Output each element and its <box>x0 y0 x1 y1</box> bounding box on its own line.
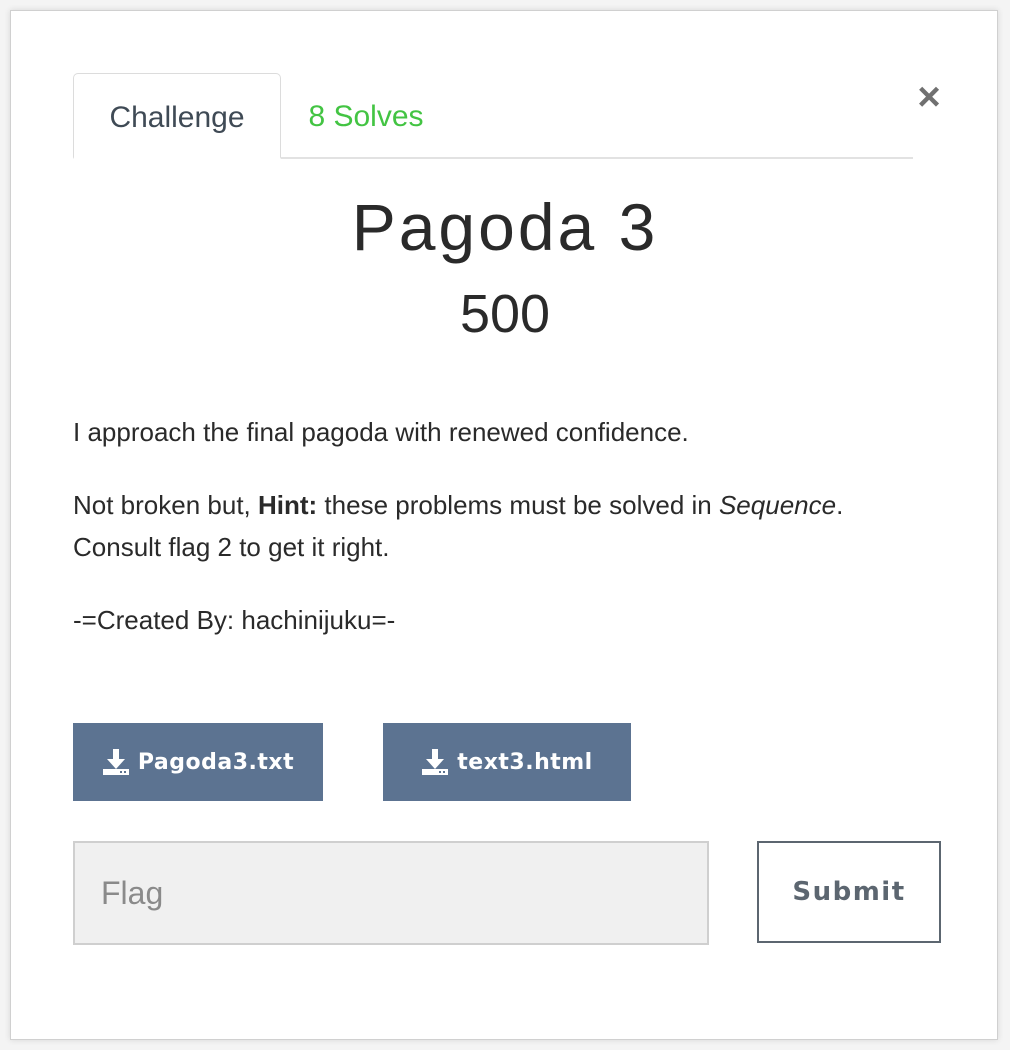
download-label: Pagoda3.txt <box>137 749 295 775</box>
challenge-points: 500 <box>459 284 551 344</box>
description-paragraph: I approach the final pagoda with renewed… <box>73 417 689 447</box>
hint-period: . <box>836 490 844 520</box>
tab-challenge[interactable]: Challenge <box>73 73 281 159</box>
description-hint-paragraph: Not broken but, Hint: these problems mus… <box>73 484 933 568</box>
hint-prefix: Not broken but, <box>73 490 258 520</box>
tab-solves[interactable]: 8 Solves <box>291 73 441 157</box>
tab-bar: Challenge 8 Solves <box>73 73 913 159</box>
submit-button[interactable]: Submit <box>757 841 941 943</box>
download-label: text3.html <box>457 749 593 775</box>
hint-line2: Consult flag 2 to get it right. <box>73 532 390 562</box>
download-text3-html-button[interactable]: text3.html <box>383 723 631 801</box>
challenge-name: Pagoda 3 <box>351 190 659 264</box>
hint-text: these problems must be solved in <box>317 490 719 520</box>
challenge-modal: Challenge 8 Solves × Pagoda 3 500 I appr… <box>10 10 998 1040</box>
hint-emphasis: Sequence <box>718 490 837 520</box>
hint-label: Hint: <box>258 490 318 520</box>
download-icon <box>102 749 129 775</box>
challenge-description: I approach the final pagoda with renewed… <box>73 411 933 672</box>
author-credit: -=Created By: hachinijuku=- <box>73 605 396 635</box>
download-icon <box>422 749 449 775</box>
flag-input[interactable] <box>73 841 709 945</box>
download-pagoda3-txt-button[interactable]: Pagoda3.txt <box>73 723 323 801</box>
close-icon[interactable]: × <box>911 77 947 117</box>
